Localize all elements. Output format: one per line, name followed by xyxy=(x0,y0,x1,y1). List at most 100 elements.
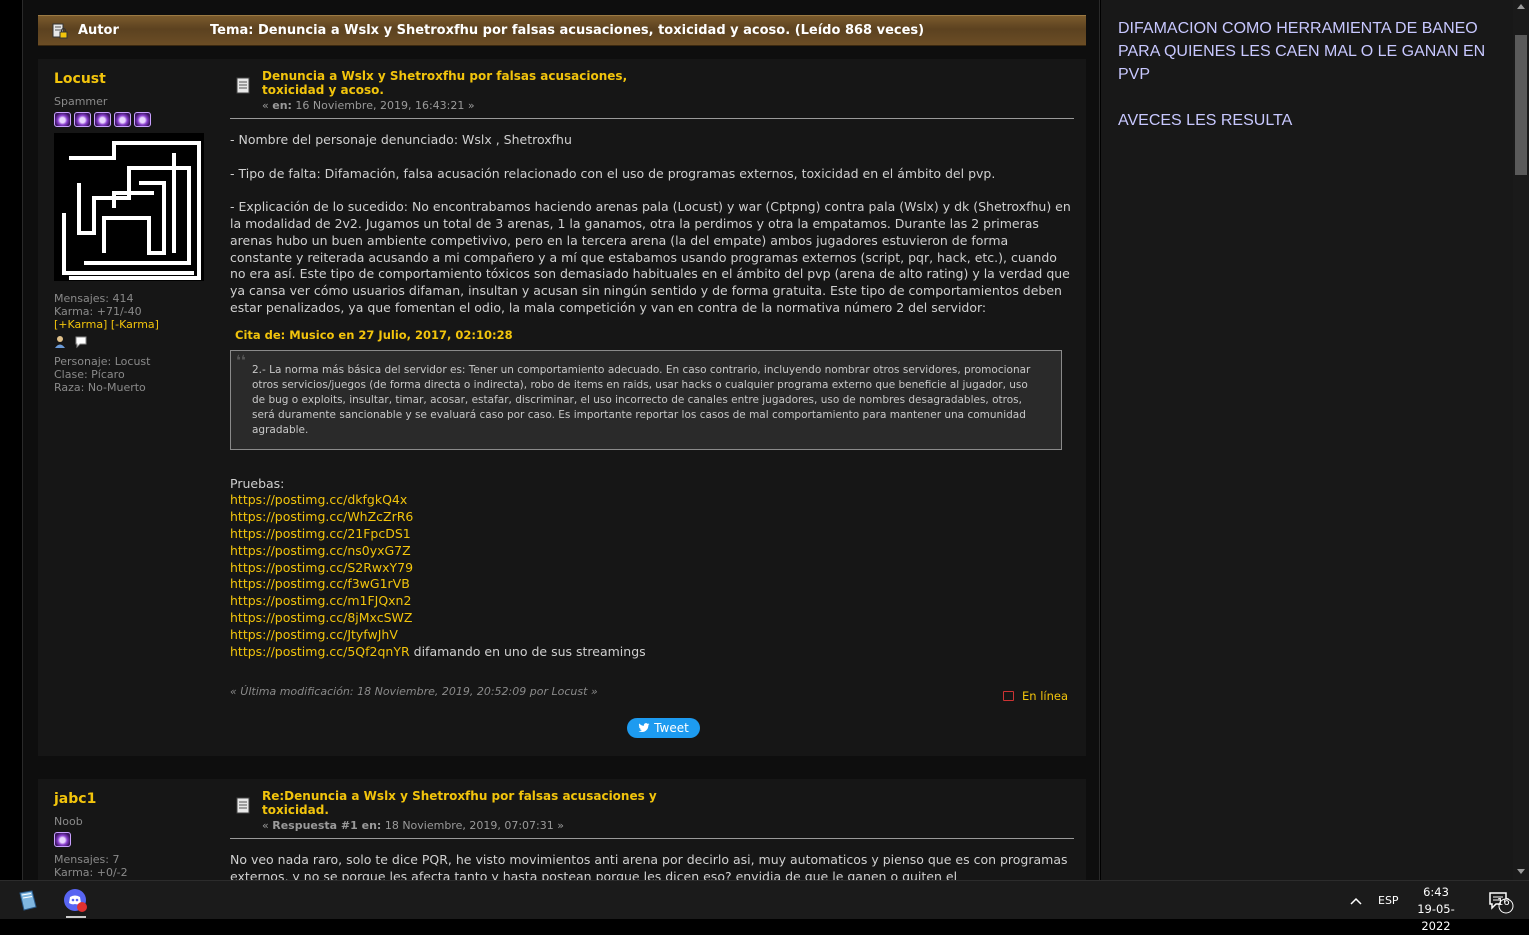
language-label: ESP xyxy=(1378,894,1399,907)
post-content: - Nombre del personaje denunciado: Wslx … xyxy=(230,119,1074,660)
poster-action-icons xyxy=(54,335,224,349)
poster-username-link[interactable]: Locust xyxy=(54,71,224,87)
poster-character: Personaje: Locust xyxy=(54,355,151,368)
proof-link[interactable]: https://postimg.cc/WhZcZrR6 xyxy=(230,509,1074,526)
side-panel: DIFAMACION COMO HERRAMIENTA DE BANEO PAR… xyxy=(1101,0,1513,880)
rank-stars xyxy=(54,112,224,127)
side-panel-text: DIFAMACION COMO HERRAMIENTA DE BANEO PAR… xyxy=(1118,17,1498,155)
date-value: 16 Noviembre, 2019, 16:43:21 » xyxy=(291,99,475,112)
tweet-label: Tweet xyxy=(654,721,689,735)
post-date: « Respuesta #1 en: 18 Noviembre, 2019, 0… xyxy=(262,819,564,832)
rank-stars xyxy=(54,832,224,847)
rank-star-icon xyxy=(74,112,91,127)
taskbar: ESP 6:43 19-05-2022 16 xyxy=(0,880,1529,933)
proof-link[interactable]: https://postimg.cc/JtyfwJhV xyxy=(230,627,1074,644)
language-indicator[interactable]: ESP xyxy=(1378,881,1399,920)
quote-box: ❛❛ 2.- La norma más básica del servidor … xyxy=(230,349,1062,450)
poster-rank: Noob xyxy=(54,815,83,828)
date-value: 18 Noviembre, 2019, 07:07:31 » xyxy=(381,819,564,832)
poster-karma: Karma: +71/-40 xyxy=(54,305,142,318)
online-status: En línea xyxy=(1002,689,1068,703)
profile-icon[interactable] xyxy=(54,335,68,349)
post-paragraph: - Nombre del personaje denunciado: Wslx … xyxy=(230,132,572,147)
proofs-label: Pruebas: xyxy=(230,475,285,491)
poster-info: Locust Spammer Mensajes: 414 Karma: +71/… xyxy=(54,71,224,394)
poster-info: jabc1 Noob Mensajes: 7 Karma: +0/-2 xyxy=(54,791,224,879)
poster-messages: Mensajes: 414 xyxy=(54,292,134,305)
post-body: Denuncia a Wslx y Shetroxfhu por falsas … xyxy=(230,59,1074,738)
scroll-down-icon[interactable] xyxy=(1517,869,1525,874)
proof-link[interactable]: https://postimg.cc/f3wG1rVB xyxy=(230,576,1074,593)
topic-header-bar: Autor Tema: Denuncia a Wslx y Shetroxfhu… xyxy=(38,15,1086,46)
post-title-link[interactable]: Denuncia a Wslx y Shetroxfhu por falsas … xyxy=(262,69,682,97)
rank-star-icon xyxy=(54,112,71,127)
post-title-link[interactable]: Re:Denuncia a Wslx y Shetroxfhu por fals… xyxy=(262,789,682,817)
avatar xyxy=(54,133,204,281)
poster-rank: Spammer xyxy=(54,95,108,108)
taskbar-app-notebook[interactable] xyxy=(8,884,48,918)
quote-text: 2.- La norma más básica del servidor es:… xyxy=(252,363,1031,436)
poster-class: Clase: Pícaro xyxy=(54,368,125,381)
proof-link[interactable]: https://postimg.cc/8jMxcSWZ xyxy=(230,610,1074,627)
proof-link-note: difamando en uno de sus streamings xyxy=(413,643,646,659)
quote-header-link[interactable]: Cita de: Musico en 27 Julio, 2017, 02:10… xyxy=(235,327,1074,344)
date-prefix: « xyxy=(262,819,273,832)
scrollbar-thumb[interactable] xyxy=(1515,35,1527,175)
proof-link[interactable]: https://postimg.cc/m1FJQxn2 xyxy=(230,593,1074,610)
clock-time: 6:43 xyxy=(1423,885,1449,899)
topic-title: Tema: Denuncia a Wslx y Shetroxfhu por f… xyxy=(210,23,925,38)
notification-center-button[interactable]: 16 xyxy=(1487,881,1515,920)
proof-last-line: https://postimg.cc/5Qf2qnYR difamando en… xyxy=(230,644,1074,661)
tray-overflow-chevron[interactable] xyxy=(1350,881,1362,920)
post: jabc1 Noob Mensajes: 7 Karma: +0/-2 Re:D xyxy=(38,779,1086,880)
date-label: en: xyxy=(272,99,292,112)
proof-link[interactable]: https://postimg.cc/S2RwxY79 xyxy=(230,560,1074,577)
tweet-button[interactable]: Tweet xyxy=(627,718,700,738)
date-prefix: « xyxy=(262,99,273,112)
scroll-up-icon[interactable] xyxy=(1517,4,1525,9)
discord-app-icon xyxy=(64,889,87,912)
personal-message-icon[interactable] xyxy=(74,335,88,349)
date-label: Respuesta #1 en: xyxy=(272,819,382,832)
post: Locust Spammer Mensajes: 414 Karma: +71/… xyxy=(38,59,1086,756)
post-content: No veo nada raro, solo te dice PQR, he v… xyxy=(230,839,1074,880)
vertical-scrollbar[interactable] xyxy=(1513,0,1529,880)
chevron-up-icon xyxy=(1350,897,1362,905)
karma-plus-link[interactable]: [+Karma] xyxy=(54,318,107,331)
proof-link[interactable]: https://postimg.cc/5Qf2qnYR xyxy=(230,644,410,661)
taskbar-app-discord[interactable] xyxy=(56,884,96,918)
proof-link[interactable]: https://postimg.cc/ns0yxG7Z xyxy=(230,543,1074,560)
post-document-icon xyxy=(236,797,250,814)
post-paragraph: - Explicación de lo sucedido: No encontr… xyxy=(230,199,1071,315)
author-column-label: Autor xyxy=(78,23,119,38)
proof-link[interactable]: https://postimg.cc/21FpcDS1 xyxy=(230,526,1074,543)
post-header: Re:Denuncia a Wslx y Shetroxfhu por fals… xyxy=(230,779,1074,839)
post-body: Re:Denuncia a Wslx y Shetroxfhu por fals… xyxy=(230,779,1074,880)
twitter-bird-icon xyxy=(638,723,650,733)
poster-karma: Karma: +0/-2 xyxy=(54,866,128,879)
taskbar-clock[interactable]: 6:43 19-05-2022 xyxy=(1405,884,1467,935)
browser-viewport: Autor Tema: Denuncia a Wslx y Shetroxfhu… xyxy=(0,0,1529,880)
post-header: Denuncia a Wslx y Shetroxfhu por falsas … xyxy=(230,59,1074,119)
karma-minus-link[interactable]: [-Karma] xyxy=(111,318,159,331)
rank-star-icon xyxy=(54,832,71,847)
side-text-line: DIFAMACION COMO HERRAMIENTA DE BANEO PAR… xyxy=(1118,20,1486,83)
poster-race: Raza: No-Muerto xyxy=(54,381,146,394)
post-date: « en: 16 Noviembre, 2019, 16:43:21 » xyxy=(262,99,475,112)
last-modified: « Última modificación: 18 Noviembre, 201… xyxy=(230,685,598,698)
clock-date: 19-05-2022 xyxy=(1417,902,1455,933)
karma-links: [+Karma] [-Karma] xyxy=(54,318,224,331)
notebook-app-icon xyxy=(19,890,37,911)
poster-messages: Mensajes: 7 xyxy=(54,853,120,866)
side-text-line: AVECES LES RESULTA xyxy=(1118,112,1293,129)
rank-star-icon xyxy=(114,112,131,127)
poster-username-link[interactable]: jabc1 xyxy=(54,791,224,807)
proof-link[interactable]: https://postimg.cc/dkfgkQ4x xyxy=(230,492,1074,509)
online-status-icon xyxy=(1002,691,1014,701)
rank-star-icon xyxy=(134,112,151,127)
online-status-label: En línea xyxy=(1021,689,1068,703)
post-paragraph: - Tipo de falta: Difamación, falsa acusa… xyxy=(230,165,996,181)
quote-mark-icon: ❛❛ xyxy=(236,352,246,369)
post-document-icon xyxy=(236,77,250,94)
proof-links: Pruebas: https://postimg.cc/dkfgkQ4x htt… xyxy=(230,476,1074,661)
